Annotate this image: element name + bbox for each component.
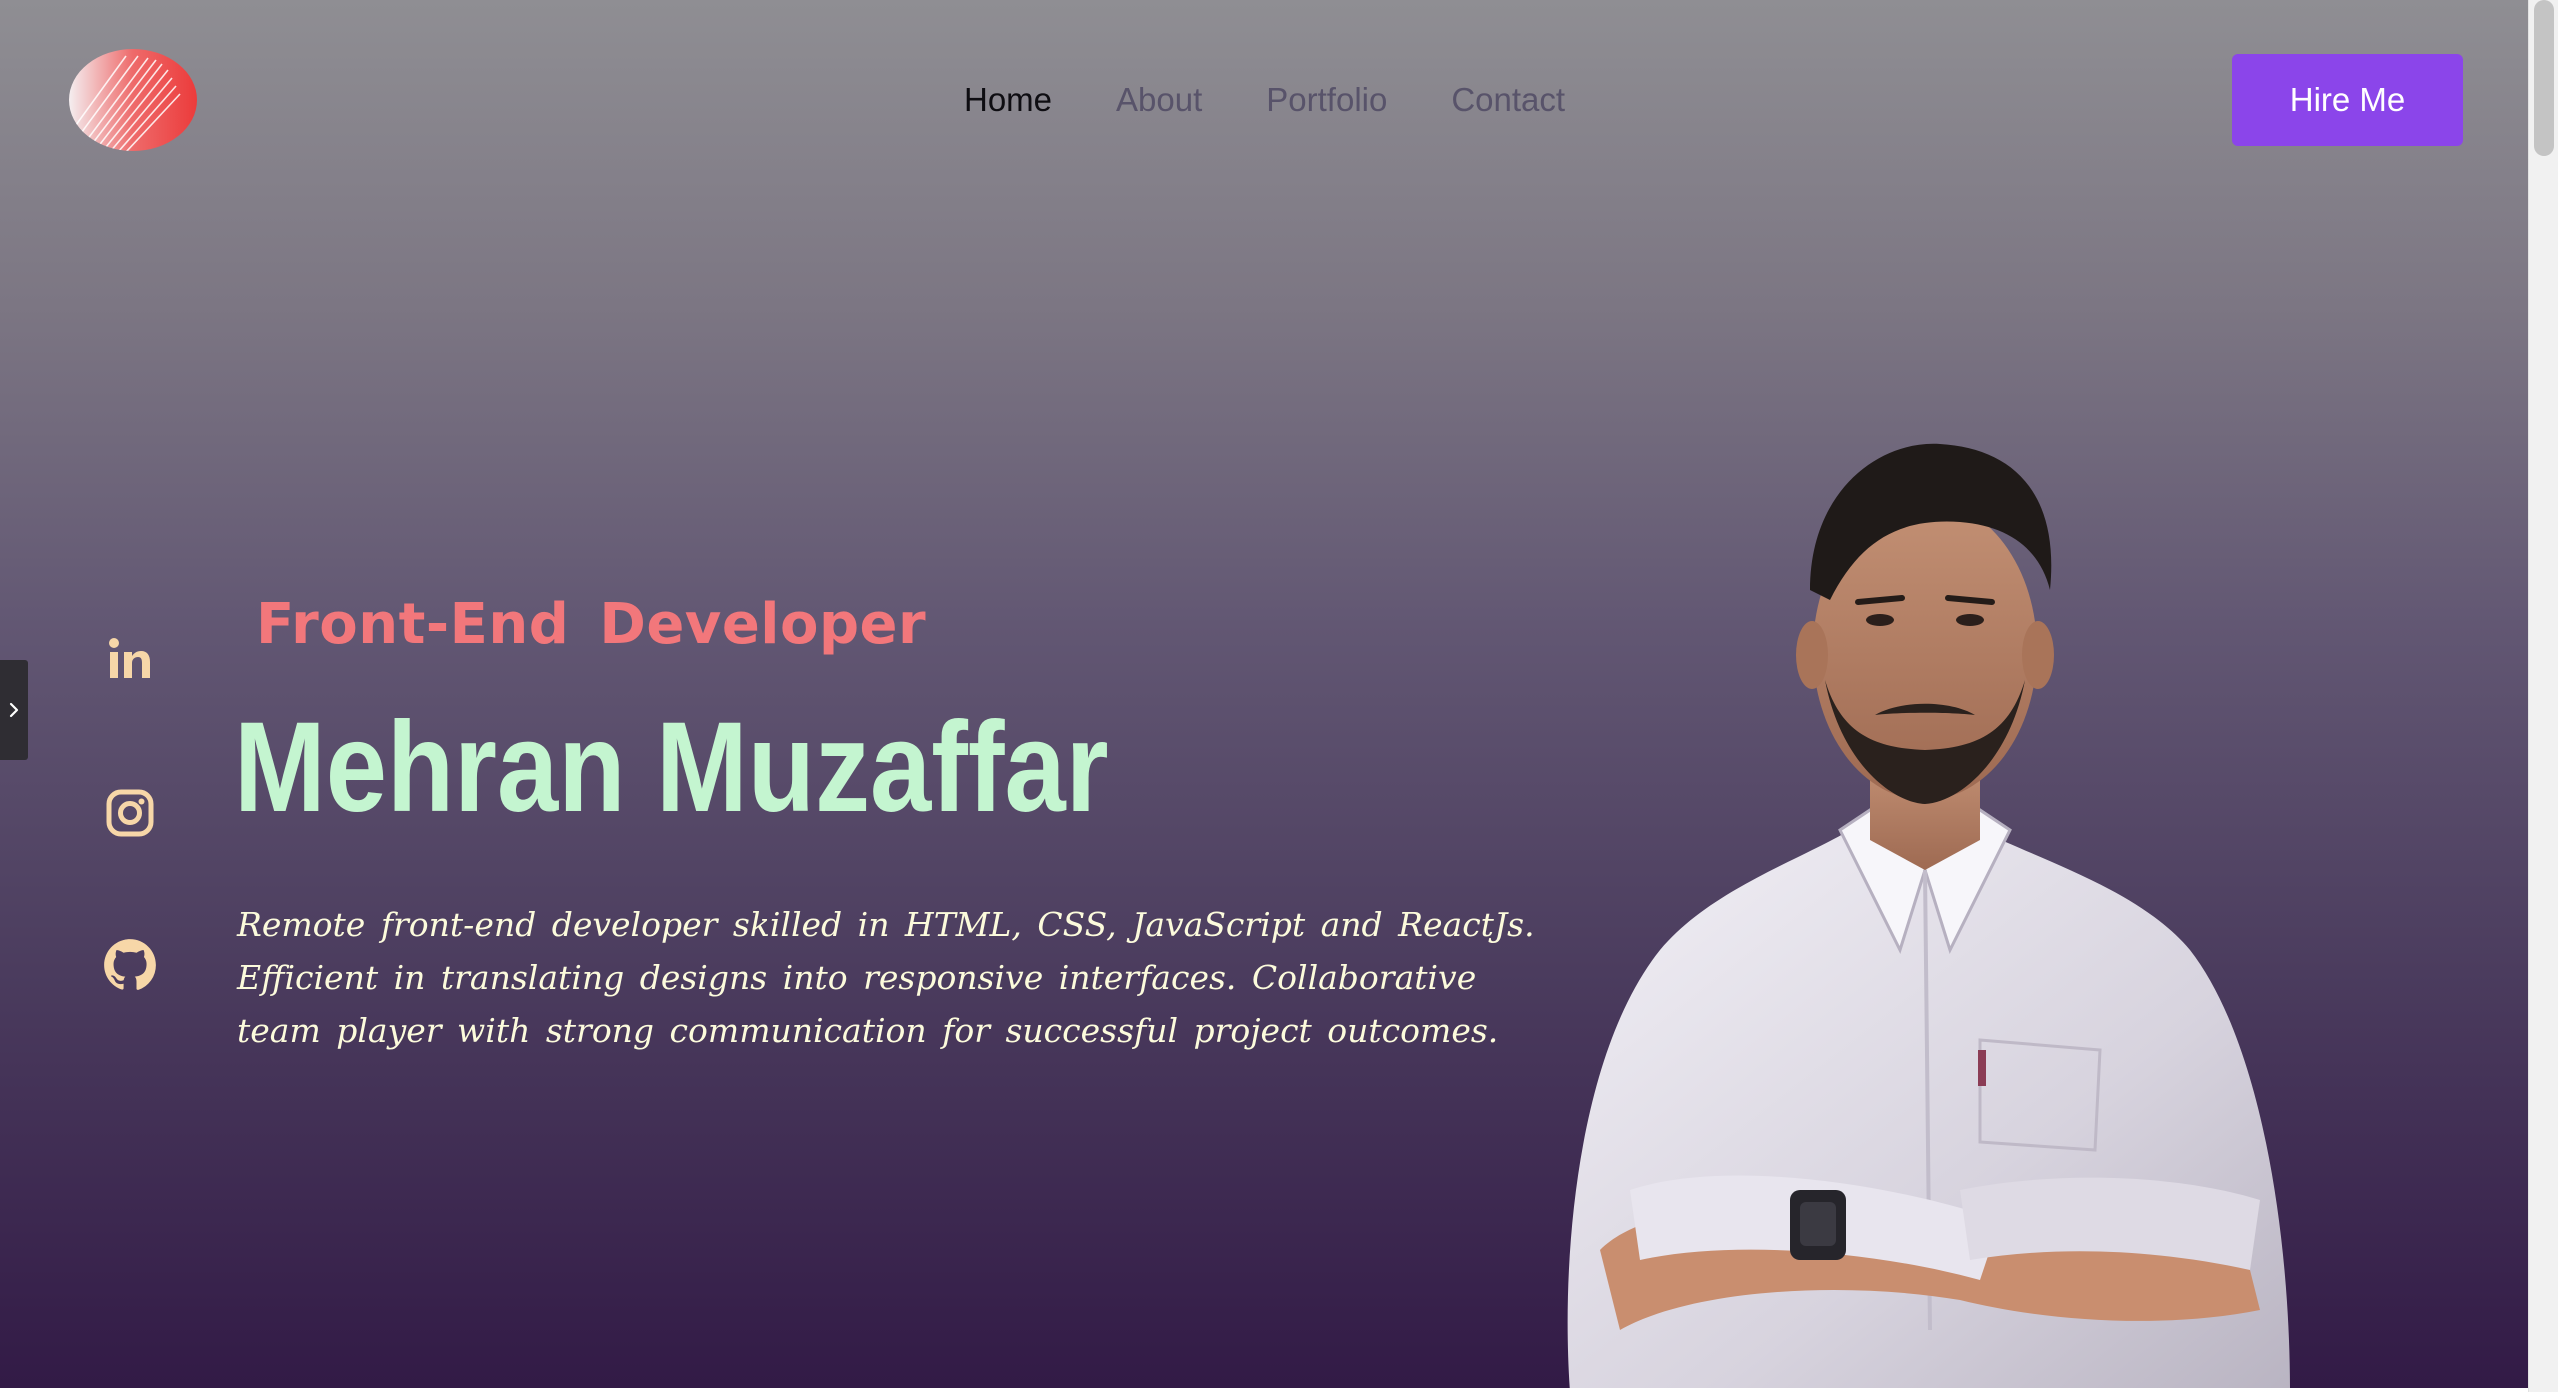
nav-contact[interactable]: Contact — [1451, 78, 1565, 122]
instagram-icon — [106, 789, 154, 837]
logo[interactable] — [68, 48, 198, 152]
bio-line: Remote front-end developer skilled in HT… — [237, 905, 1535, 944]
linkedin-icon — [109, 638, 150, 678]
nav-portfolio[interactable]: Portfolio — [1266, 78, 1387, 122]
role-title: Front-End Developer — [256, 592, 927, 657]
instagram-link[interactable] — [100, 783, 160, 843]
main-nav: Home About Portfolio Contact — [964, 78, 1565, 122]
page-title: Mehran Muzaffar — [234, 696, 1109, 839]
nav-about[interactable]: About — [1116, 78, 1202, 122]
hero-section: Home About Portfolio Contact Hire Me Fro… — [0, 0, 2528, 1388]
linkedin-link[interactable] — [100, 630, 160, 690]
profile-photo — [1567, 443, 2290, 1388]
sidebar-toggle[interactable] — [0, 660, 28, 760]
scrollbar-thumb[interactable] — [2534, 0, 2554, 156]
bio-text: Remote front-end developer skilled in HT… — [237, 898, 1535, 1057]
bio-line: team player with strong communication fo… — [237, 1011, 1499, 1050]
hire-me-button[interactable]: Hire Me — [2232, 54, 2463, 146]
nav-home[interactable]: Home — [964, 78, 1052, 122]
github-link[interactable] — [100, 935, 160, 995]
scrollbar[interactable] — [2528, 0, 2558, 1392]
chevron-right-icon — [9, 702, 19, 718]
bio-line: Efficient in translating designs into re… — [237, 958, 1477, 997]
github-icon — [104, 939, 156, 990]
